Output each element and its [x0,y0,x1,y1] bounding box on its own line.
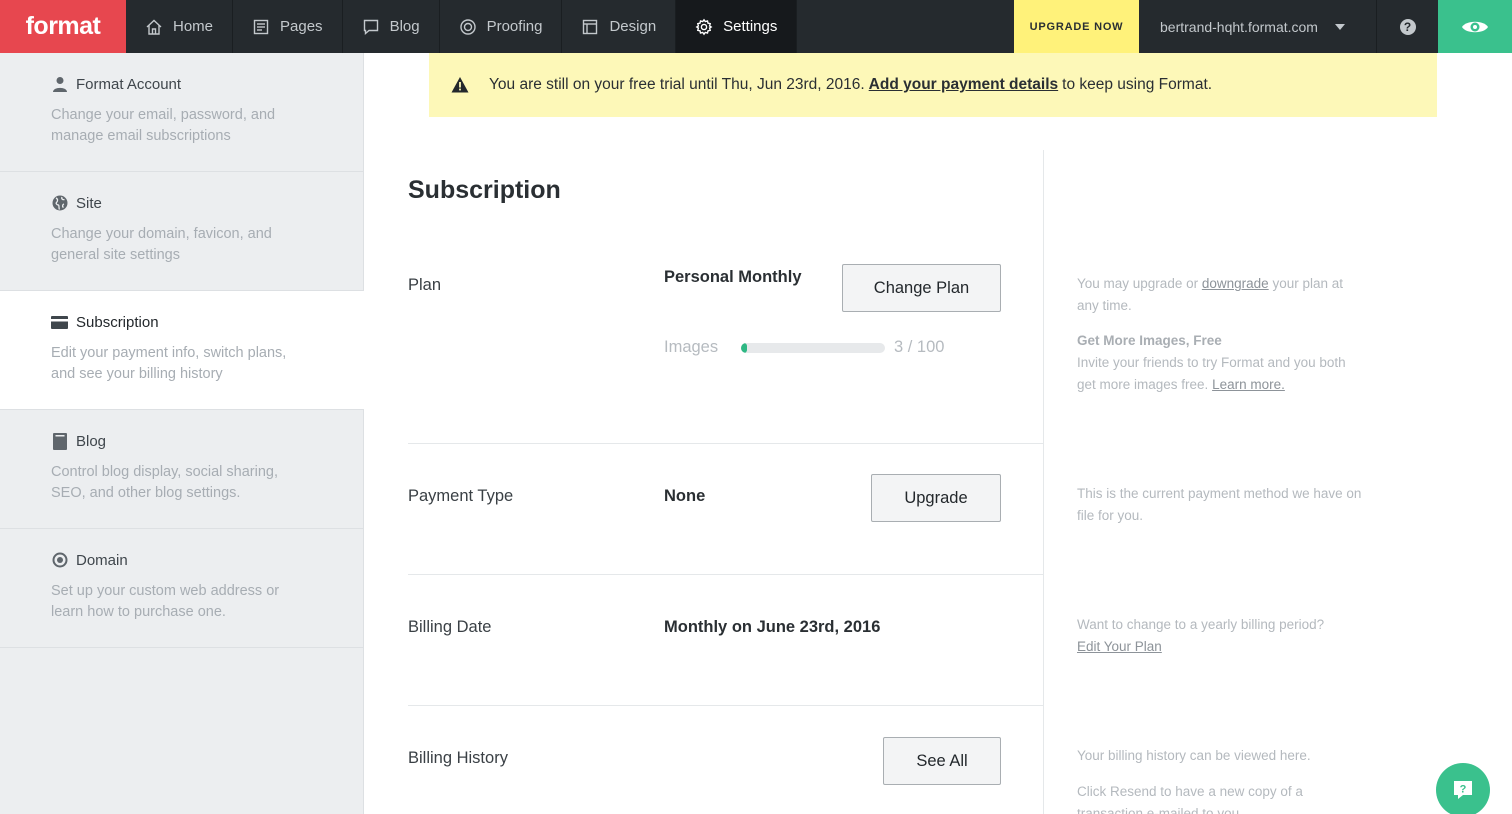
row-divider [408,705,1044,706]
nav-home[interactable]: Home [126,0,234,53]
images-label: Images [664,338,719,356]
nav-blog[interactable]: Blog [343,0,440,53]
sidebar-item-description: Set up your custom web address or learn … [51,583,280,620]
target-icon [51,552,68,569]
images-progress-bar [741,342,885,353]
change-plan-button[interactable]: Change Plan [842,264,1001,312]
sidebar-item-format-account[interactable]: Format Account Change your email, passwo… [0,53,363,172]
nav-design[interactable]: Design [562,0,677,53]
nav-pages-label: Pages [280,18,323,35]
nav-proofing[interactable]: Proofing [440,0,563,53]
images-usage: Images 3 / 100 [664,338,944,357]
page-title: Subscription [408,176,561,204]
site-name: bertrand-hqht.format.com [1160,18,1318,35]
eye-icon [1462,21,1488,32]
column-divider [1043,150,1044,814]
warning-icon [451,77,469,93]
billing-date-value: Monthly on June 23rd, 2016 [664,618,881,636]
sidebar-item-label: Subscription [76,313,159,331]
sidebar-item-label: Blog [76,432,107,450]
sidebar-item-title: Blog [51,430,312,452]
row-divider [408,443,1044,444]
help-icon: ? [1399,18,1416,35]
sidebar-item-description: Change your email, password, and manage … [51,107,276,144]
sidebar-item-site[interactable]: Site Change your domain, favicon, and ge… [0,172,363,291]
site-selector[interactable]: bertrand-hqht.format.com [1139,0,1377,53]
format-logo[interactable]: format [0,0,126,53]
plan-label: Plan [408,276,442,294]
see-all-button[interactable]: See All [883,737,1001,785]
billing-history-help-text: Your billing history can be viewed here.… [1077,745,1367,814]
pages-icon [253,19,269,34]
billing-history-label: Billing History [408,749,508,767]
upgrade-button[interactable]: Upgrade [871,474,1001,522]
billing-date-help-text: Want to change to a yearly billing perio… [1077,614,1367,658]
preview-button[interactable] [1438,0,1512,53]
alert-text-before: You are still on your free trial until T… [489,76,865,93]
top-navigation: format Home Pages Blog Proofing Design S… [0,0,1512,53]
settings-sidebar: Format Account Change your email, passwo… [0,53,364,814]
user-icon [51,76,68,93]
learn-more-link[interactable]: Learn more. [1212,377,1285,392]
billing-date-label: Billing Date [408,618,492,636]
sidebar-item-title: Domain [51,549,312,571]
plan-help-text: You may upgrade or downgrade your plan a… [1077,273,1367,317]
nav-home-label: Home [173,18,214,35]
sidebar-item-label: Site [76,194,102,212]
help-button[interactable]: ? [1377,0,1438,53]
nav-design-label: Design [609,18,657,35]
nav-settings-label: Settings [723,18,778,35]
trial-alert-banner: You are still on your free trial until T… [429,53,1437,117]
nav-settings[interactable]: Settings [676,0,798,53]
blog-icon [363,19,378,35]
sidebar-item-subscription[interactable]: Subscription Edit your payment info, swi… [0,291,364,410]
sidebar-item-title: Subscription [51,311,313,333]
upgrade-now-button[interactable]: UPGRADE NOW [1014,0,1139,53]
sidebar-item-label: Format Account [76,75,182,93]
images-help-text: Get More Images, Free Invite your friend… [1077,330,1367,396]
plan-value: Personal Monthly [664,268,802,286]
gear-icon [695,18,713,35]
payment-type-value: None [664,487,706,505]
edit-your-plan-link[interactable]: Edit Your Plan [1077,639,1162,654]
payment-type-label: Payment Type [408,487,514,505]
add-payment-details-link[interactable]: Add your payment details [869,76,1058,94]
credit-card-icon [51,314,68,331]
billing-history-help-line1: Your billing history can be viewed here. [1077,748,1311,763]
design-icon [583,19,598,34]
proofing-icon [459,18,476,35]
svg-text:?: ? [1460,784,1467,796]
sidebar-item-description: Change your domain, favicon, and general… [51,226,272,263]
images-progress-fill [741,342,747,353]
alert-text-after: to keep using Format. [1062,76,1213,93]
sidebar-item-title: Format Account [51,73,312,95]
sidebar-item-label: Domain [76,551,128,569]
sidebar-item-title: Site [51,192,312,214]
nav-blog-label: Blog [389,18,420,35]
downgrade-link[interactable]: downgrade [1202,276,1269,291]
nav-proofing-label: Proofing [486,18,543,35]
home-icon [146,19,162,35]
images-help-title: Get More Images, Free [1077,333,1222,348]
chevron-down-icon [1334,23,1345,30]
images-count: 3 / 100 [894,338,945,356]
billing-history-help-line2: Click Resend to have a new copy of a tra… [1077,784,1303,814]
chat-icon: ? [1454,781,1472,799]
book-icon [51,432,68,450]
billing-date-help-body: Want to change to a yearly billing perio… [1077,617,1325,632]
chat-support-button[interactable]: ? [1436,763,1490,814]
sidebar-item-blog[interactable]: Blog Control blog display, social sharin… [0,410,363,529]
globe-icon [51,195,68,212]
row-divider [408,574,1044,575]
sidebar-item-description: Edit your payment info, switch plans, an… [51,345,287,382]
nav-pages[interactable]: Pages [233,0,343,53]
sidebar-item-domain[interactable]: Domain Set up your custom web address or… [0,529,363,648]
sidebar-item-description: Control blog display, social sharing, SE… [51,464,279,501]
plan-help-before: You may upgrade or [1077,276,1199,291]
payment-help-text: This is the current payment method we ha… [1077,486,1362,523]
